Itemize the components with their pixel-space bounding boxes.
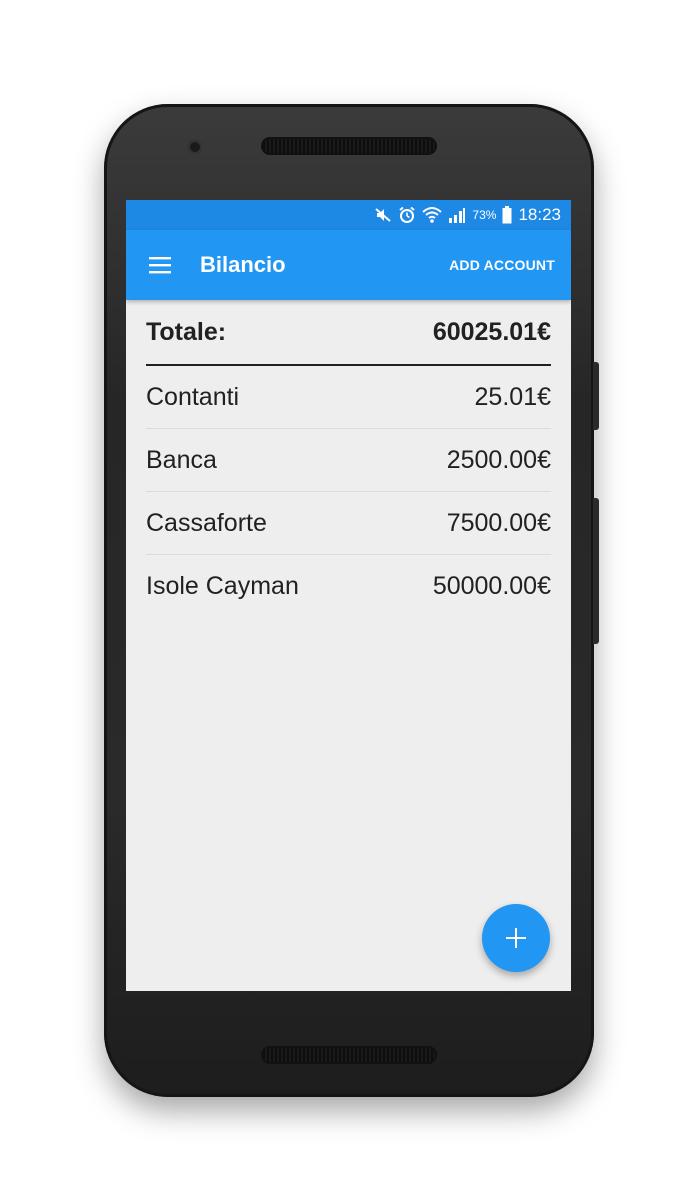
account-name: Contanti bbox=[146, 382, 240, 411]
battery-percentage: 73% bbox=[472, 208, 497, 222]
account-name: Banca bbox=[146, 445, 217, 474]
front-camera bbox=[188, 140, 202, 154]
add-account-button[interactable]: ADD ACCOUNT bbox=[449, 257, 555, 273]
status-clock: 18:23 bbox=[518, 205, 561, 224]
account-balance: 25.01€ bbox=[474, 382, 551, 411]
account-row-cassaforte[interactable]: Cassaforte 7500.00€ bbox=[146, 492, 551, 555]
bottom-speaker bbox=[261, 1046, 437, 1064]
status-bar: 73% 18:23 bbox=[126, 200, 571, 230]
account-balance: 2500.00€ bbox=[446, 445, 551, 474]
page-title: Bilancio bbox=[200, 252, 286, 277]
mute-icon bbox=[375, 208, 392, 222]
top-speaker bbox=[261, 137, 437, 155]
account-name: Cassaforte bbox=[146, 508, 267, 537]
plus-icon bbox=[506, 928, 526, 948]
volume-button bbox=[593, 498, 599, 644]
add-fab-button[interactable] bbox=[482, 904, 550, 972]
menu-button[interactable] bbox=[140, 245, 180, 285]
screen: 73% 18:23 Bilancio ADD ACCOUNT Totale: 6… bbox=[126, 200, 571, 991]
account-list: Totale: 60025.01€ Contanti 25.01€ Banca … bbox=[146, 300, 551, 617]
account-row-banca[interactable]: Banca 2500.00€ bbox=[146, 429, 551, 492]
menu-icon bbox=[149, 257, 171, 274]
account-row-contanti[interactable]: Contanti 25.01€ bbox=[146, 366, 551, 429]
account-row-isole-cayman[interactable]: Isole Cayman 50000.00€ bbox=[146, 555, 551, 617]
battery-icon bbox=[502, 206, 512, 224]
total-row: Totale: 60025.01€ bbox=[146, 300, 551, 366]
app-bar: Bilancio ADD ACCOUNT bbox=[126, 230, 571, 300]
alarm-icon bbox=[399, 206, 416, 223]
total-label: Totale: bbox=[146, 317, 227, 346]
power-button bbox=[593, 362, 599, 430]
wifi-icon bbox=[422, 207, 443, 223]
total-value: 60025.01€ bbox=[432, 317, 551, 346]
account-balance: 7500.00€ bbox=[446, 508, 551, 537]
account-name: Isole Cayman bbox=[146, 571, 299, 600]
signal-icon bbox=[449, 208, 466, 223]
account-balance: 50000.00€ bbox=[432, 571, 551, 600]
